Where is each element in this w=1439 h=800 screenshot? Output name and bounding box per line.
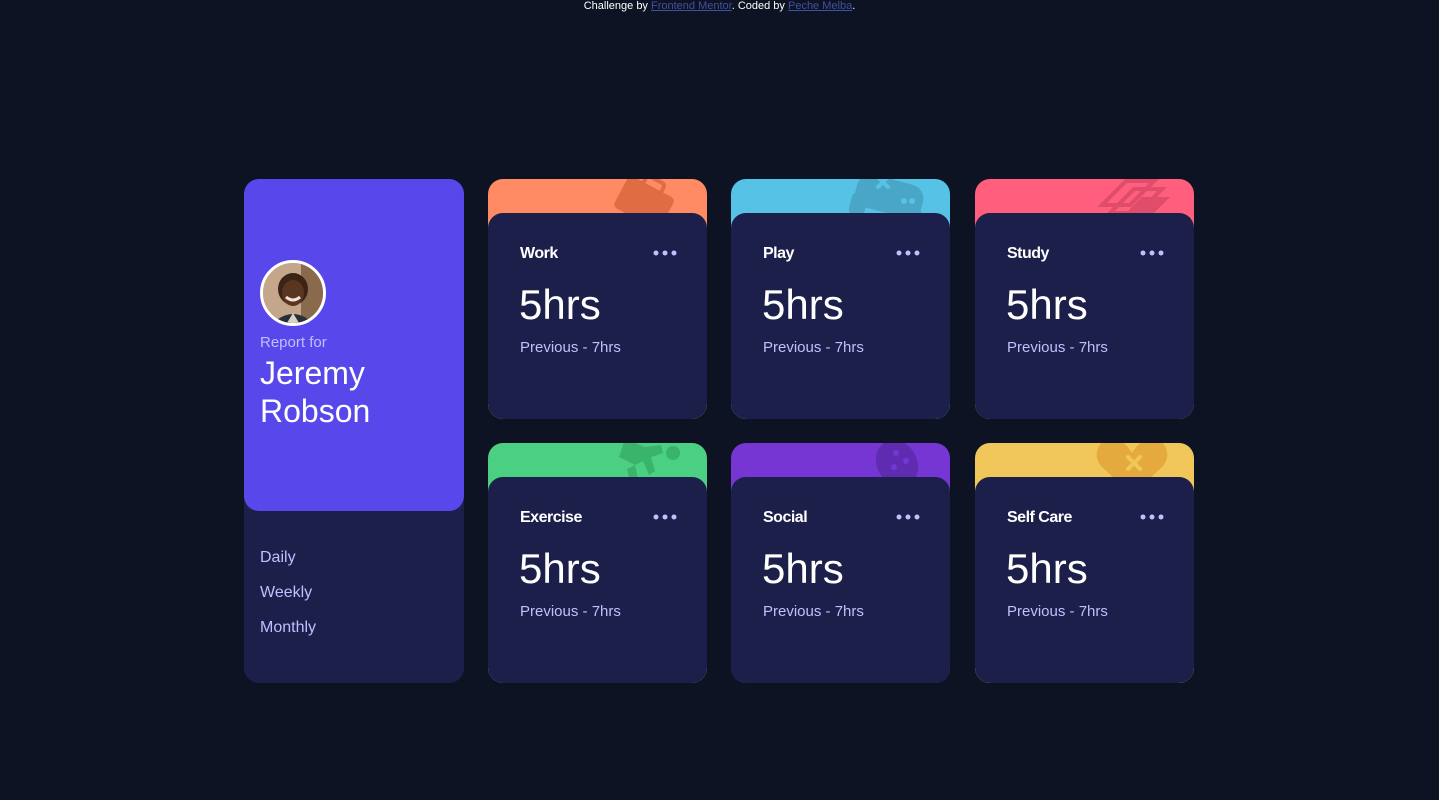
current-hours: 5hrs xyxy=(519,545,601,592)
ellipsis-icon[interactable] xyxy=(1140,511,1164,523)
activity-card-body[interactable]: Work 5hrs Previous - 7hrs xyxy=(488,213,707,419)
activity-title: Play xyxy=(763,245,794,262)
activity-card-self-care: Self Care 5hrs Previous - 7hrs xyxy=(975,443,1194,683)
ellipsis-icon[interactable] xyxy=(653,511,677,523)
activity-card-body[interactable]: Self Care 5hrs Previous - 7hrs xyxy=(975,477,1194,683)
previous-hours: Previous - 7hrs xyxy=(763,603,864,620)
current-hours: 5hrs xyxy=(762,545,844,592)
attribution-middle: . Coded by xyxy=(731,0,788,12)
previous-hours: Previous - 7hrs xyxy=(1007,603,1108,620)
profile-header: Report for Jeremy Robson xyxy=(244,179,464,511)
author-link[interactable]: Peche Melba xyxy=(788,0,852,12)
report-for-label: Report for xyxy=(260,334,327,351)
activity-title: Exercise xyxy=(520,509,582,526)
attribution-suffix: . xyxy=(852,0,856,12)
timeframe-selector: Daily Weekly Monthly xyxy=(260,548,316,653)
user-first-name: Jeremy xyxy=(260,355,365,391)
activity-card-body[interactable]: Social 5hrs Previous - 7hrs xyxy=(731,477,950,683)
previous-hours: Previous - 7hrs xyxy=(1007,339,1108,356)
frontend-mentor-link[interactable]: Frontend Mentor xyxy=(651,0,732,12)
ellipsis-icon[interactable] xyxy=(896,511,920,523)
ellipsis-icon[interactable] xyxy=(896,247,920,259)
profile-card: Report for Jeremy Robson Daily Weekly Mo… xyxy=(244,179,464,683)
current-hours: 5hrs xyxy=(519,281,601,328)
period-monthly[interactable]: Monthly xyxy=(260,618,316,653)
avatar xyxy=(260,260,326,326)
activity-card-study: Study 5hrs Previous - 7hrs xyxy=(975,179,1194,419)
activity-card-work: Work 5hrs Previous - 7hrs xyxy=(488,179,707,419)
ellipsis-icon[interactable] xyxy=(1140,247,1164,259)
user-name: Jeremy Robson xyxy=(260,354,450,430)
activity-title: Self Care xyxy=(1007,509,1072,526)
period-weekly[interactable]: Weekly xyxy=(260,583,316,618)
activity-title: Social xyxy=(763,509,808,526)
current-hours: 5hrs xyxy=(1006,545,1088,592)
current-hours: 5hrs xyxy=(1006,281,1088,328)
current-hours: 5hrs xyxy=(762,281,844,328)
attribution: Challenge by Frontend Mentor. Coded by P… xyxy=(0,0,1439,13)
activity-card-body[interactable]: Exercise 5hrs Previous - 7hrs xyxy=(488,477,707,683)
user-last-name: Robson xyxy=(260,393,371,429)
activity-card-body[interactable]: Study 5hrs Previous - 7hrs xyxy=(975,213,1194,419)
activity-title: Work xyxy=(520,245,558,262)
previous-hours: Previous - 7hrs xyxy=(520,339,621,356)
activity-card-play: Play 5hrs Previous - 7hrs xyxy=(731,179,950,419)
activity-card-exercise: Exercise 5hrs Previous - 7hrs xyxy=(488,443,707,683)
ellipsis-icon[interactable] xyxy=(653,247,677,259)
activity-card-body[interactable]: Play 5hrs Previous - 7hrs xyxy=(731,213,950,419)
attribution-prefix: Challenge by xyxy=(583,0,651,12)
activity-title: Study xyxy=(1007,245,1049,262)
period-daily[interactable]: Daily xyxy=(260,548,316,583)
previous-hours: Previous - 7hrs xyxy=(520,603,621,620)
activity-card-social: Social 5hrs Previous - 7hrs xyxy=(731,443,950,683)
previous-hours: Previous - 7hrs xyxy=(763,339,864,356)
